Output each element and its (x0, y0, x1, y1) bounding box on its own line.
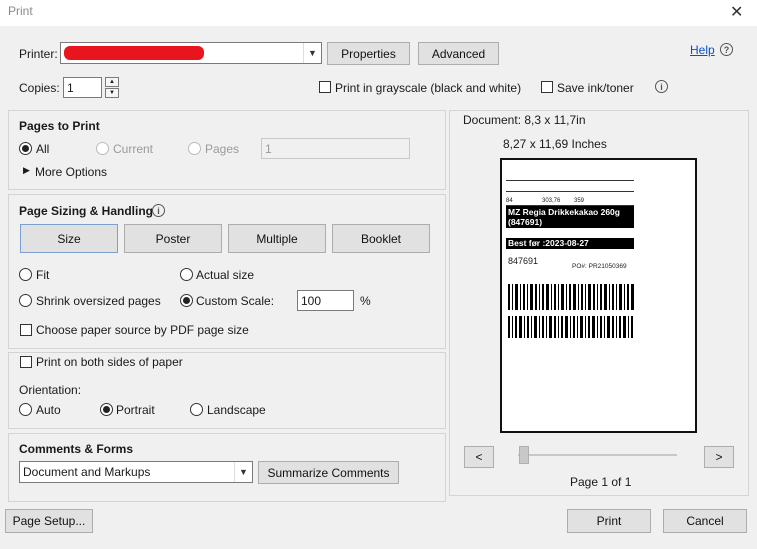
barcode-graphic (508, 284, 634, 338)
label-qty3: 359 (574, 198, 585, 204)
label-qty1: 84 (506, 198, 513, 204)
paper-source-label: Choose paper source by PDF page size (36, 323, 249, 337)
label-qty-row: 84 303,76 359 (506, 196, 634, 206)
tab-poster[interactable]: Poster (124, 224, 222, 253)
page-indicator: Page 1 of 1 (570, 475, 632, 489)
label-best-before: Best før :2023-08-27 (506, 238, 634, 249)
tab-multiple[interactable]: Multiple (228, 224, 326, 253)
copies-input[interactable]: 1 (63, 77, 102, 98)
actual-size-radio[interactable] (180, 268, 193, 281)
pages-to-print-title: Pages to Print (19, 119, 100, 133)
save-ink-checkbox[interactable] (541, 81, 553, 93)
both-sides-label: Print on both sides of paper (36, 355, 183, 369)
label-header-row (506, 180, 634, 192)
help-question-icon[interactable]: ? (720, 43, 733, 56)
portrait-label: Portrait (116, 403, 155, 417)
document-size-text: Document: 8,3 x 11,7in (463, 113, 586, 127)
tab-booklet[interactable]: Booklet (332, 224, 430, 253)
current-page-radio[interactable] (96, 142, 109, 155)
copies-down-icon[interactable]: ▼ (105, 88, 119, 98)
previous-page-button[interactable]: < (464, 446, 494, 468)
page-setup-button[interactable]: Page Setup... (5, 509, 93, 533)
redacted-printer-name (64, 46, 204, 60)
actual-size-label: Actual size (196, 268, 255, 282)
close-icon[interactable]: ✕ (730, 2, 743, 22)
save-ink-label: Save ink/toner (557, 81, 634, 95)
label-article-no: 847691 (508, 256, 539, 266)
comments-title: Comments & Forms (19, 442, 134, 456)
help-link[interactable]: Help (690, 43, 715, 57)
summarize-comments-button[interactable]: Summarize Comments (258, 461, 399, 484)
shrink-label: Shrink oversized pages (36, 294, 161, 308)
page-slider-thumb[interactable] (519, 446, 529, 464)
pages-range-label: Pages (205, 142, 240, 156)
fit-radio[interactable] (19, 268, 32, 281)
landscape-label: Landscape (207, 403, 266, 417)
grayscale-checkbox[interactable] (319, 81, 331, 93)
page-slider-track[interactable] (518, 454, 677, 456)
properties-button[interactable]: Properties (327, 42, 410, 65)
portrait-radio[interactable] (100, 403, 113, 416)
tab-size[interactable]: Size (20, 224, 118, 253)
comments-selected-value: Document and Markups (23, 465, 151, 479)
paper-size-text: 8,27 x 11,69 Inches (503, 137, 607, 151)
copies-up-icon[interactable]: ▲ (105, 77, 119, 87)
paper-source-checkbox[interactable] (20, 324, 32, 336)
title-bar (0, 0, 757, 26)
printer-select[interactable]: ▼ (60, 42, 322, 64)
info-icon[interactable]: i (655, 80, 668, 93)
window-title: Print (8, 4, 33, 18)
print-button[interactable]: Print (567, 509, 651, 533)
auto-orientation-label: Auto (36, 403, 61, 417)
both-sides-checkbox[interactable] (20, 356, 32, 368)
custom-scale-label: Custom Scale: (196, 294, 275, 308)
comments-select[interactable]: Document and Markups ▼ (19, 461, 253, 483)
label-po: PO#: PR21050369 (572, 263, 627, 270)
percent-label: % (360, 294, 371, 308)
cancel-button[interactable]: Cancel (663, 509, 747, 533)
orientation-label: Orientation: (19, 383, 82, 397)
custom-scale-radio[interactable] (180, 294, 193, 307)
label-qty2: 303,76 (542, 198, 561, 204)
all-pages-label: All (36, 142, 50, 156)
fit-label: Fit (36, 268, 50, 282)
grayscale-label: Print in grayscale (black and white) (335, 81, 522, 95)
pages-range-radio[interactable] (188, 142, 201, 155)
current-page-label: Current (113, 142, 154, 156)
chevron-down-icon: ▼ (303, 43, 321, 63)
sizing-info-icon[interactable]: i (152, 204, 165, 217)
printer-label: Printer: (19, 47, 58, 61)
pages-range-input[interactable]: 1 (261, 138, 410, 159)
shrink-radio[interactable] (19, 294, 32, 307)
chevron-down-icon: ▼ (234, 462, 252, 482)
copies-label: Copies: (19, 81, 60, 95)
next-page-button[interactable]: > (704, 446, 734, 468)
auto-orientation-radio[interactable] (19, 403, 32, 416)
custom-scale-input[interactable]: 100 (297, 290, 354, 311)
label-product-name: MZ Regia Drikkekakao 260g (847691) (506, 206, 634, 228)
page-preview: 84 303,76 359 MZ Regia Drikkekakao 260g … (500, 158, 697, 433)
advanced-button[interactable]: Advanced (418, 42, 499, 65)
all-pages-radio[interactable] (19, 142, 32, 155)
expand-triangle-icon[interactable]: ▶ (23, 165, 30, 176)
page-sizing-title: Page Sizing & Handling (19, 204, 154, 218)
landscape-radio[interactable] (190, 403, 203, 416)
more-options-toggle[interactable]: More Options (35, 165, 107, 179)
